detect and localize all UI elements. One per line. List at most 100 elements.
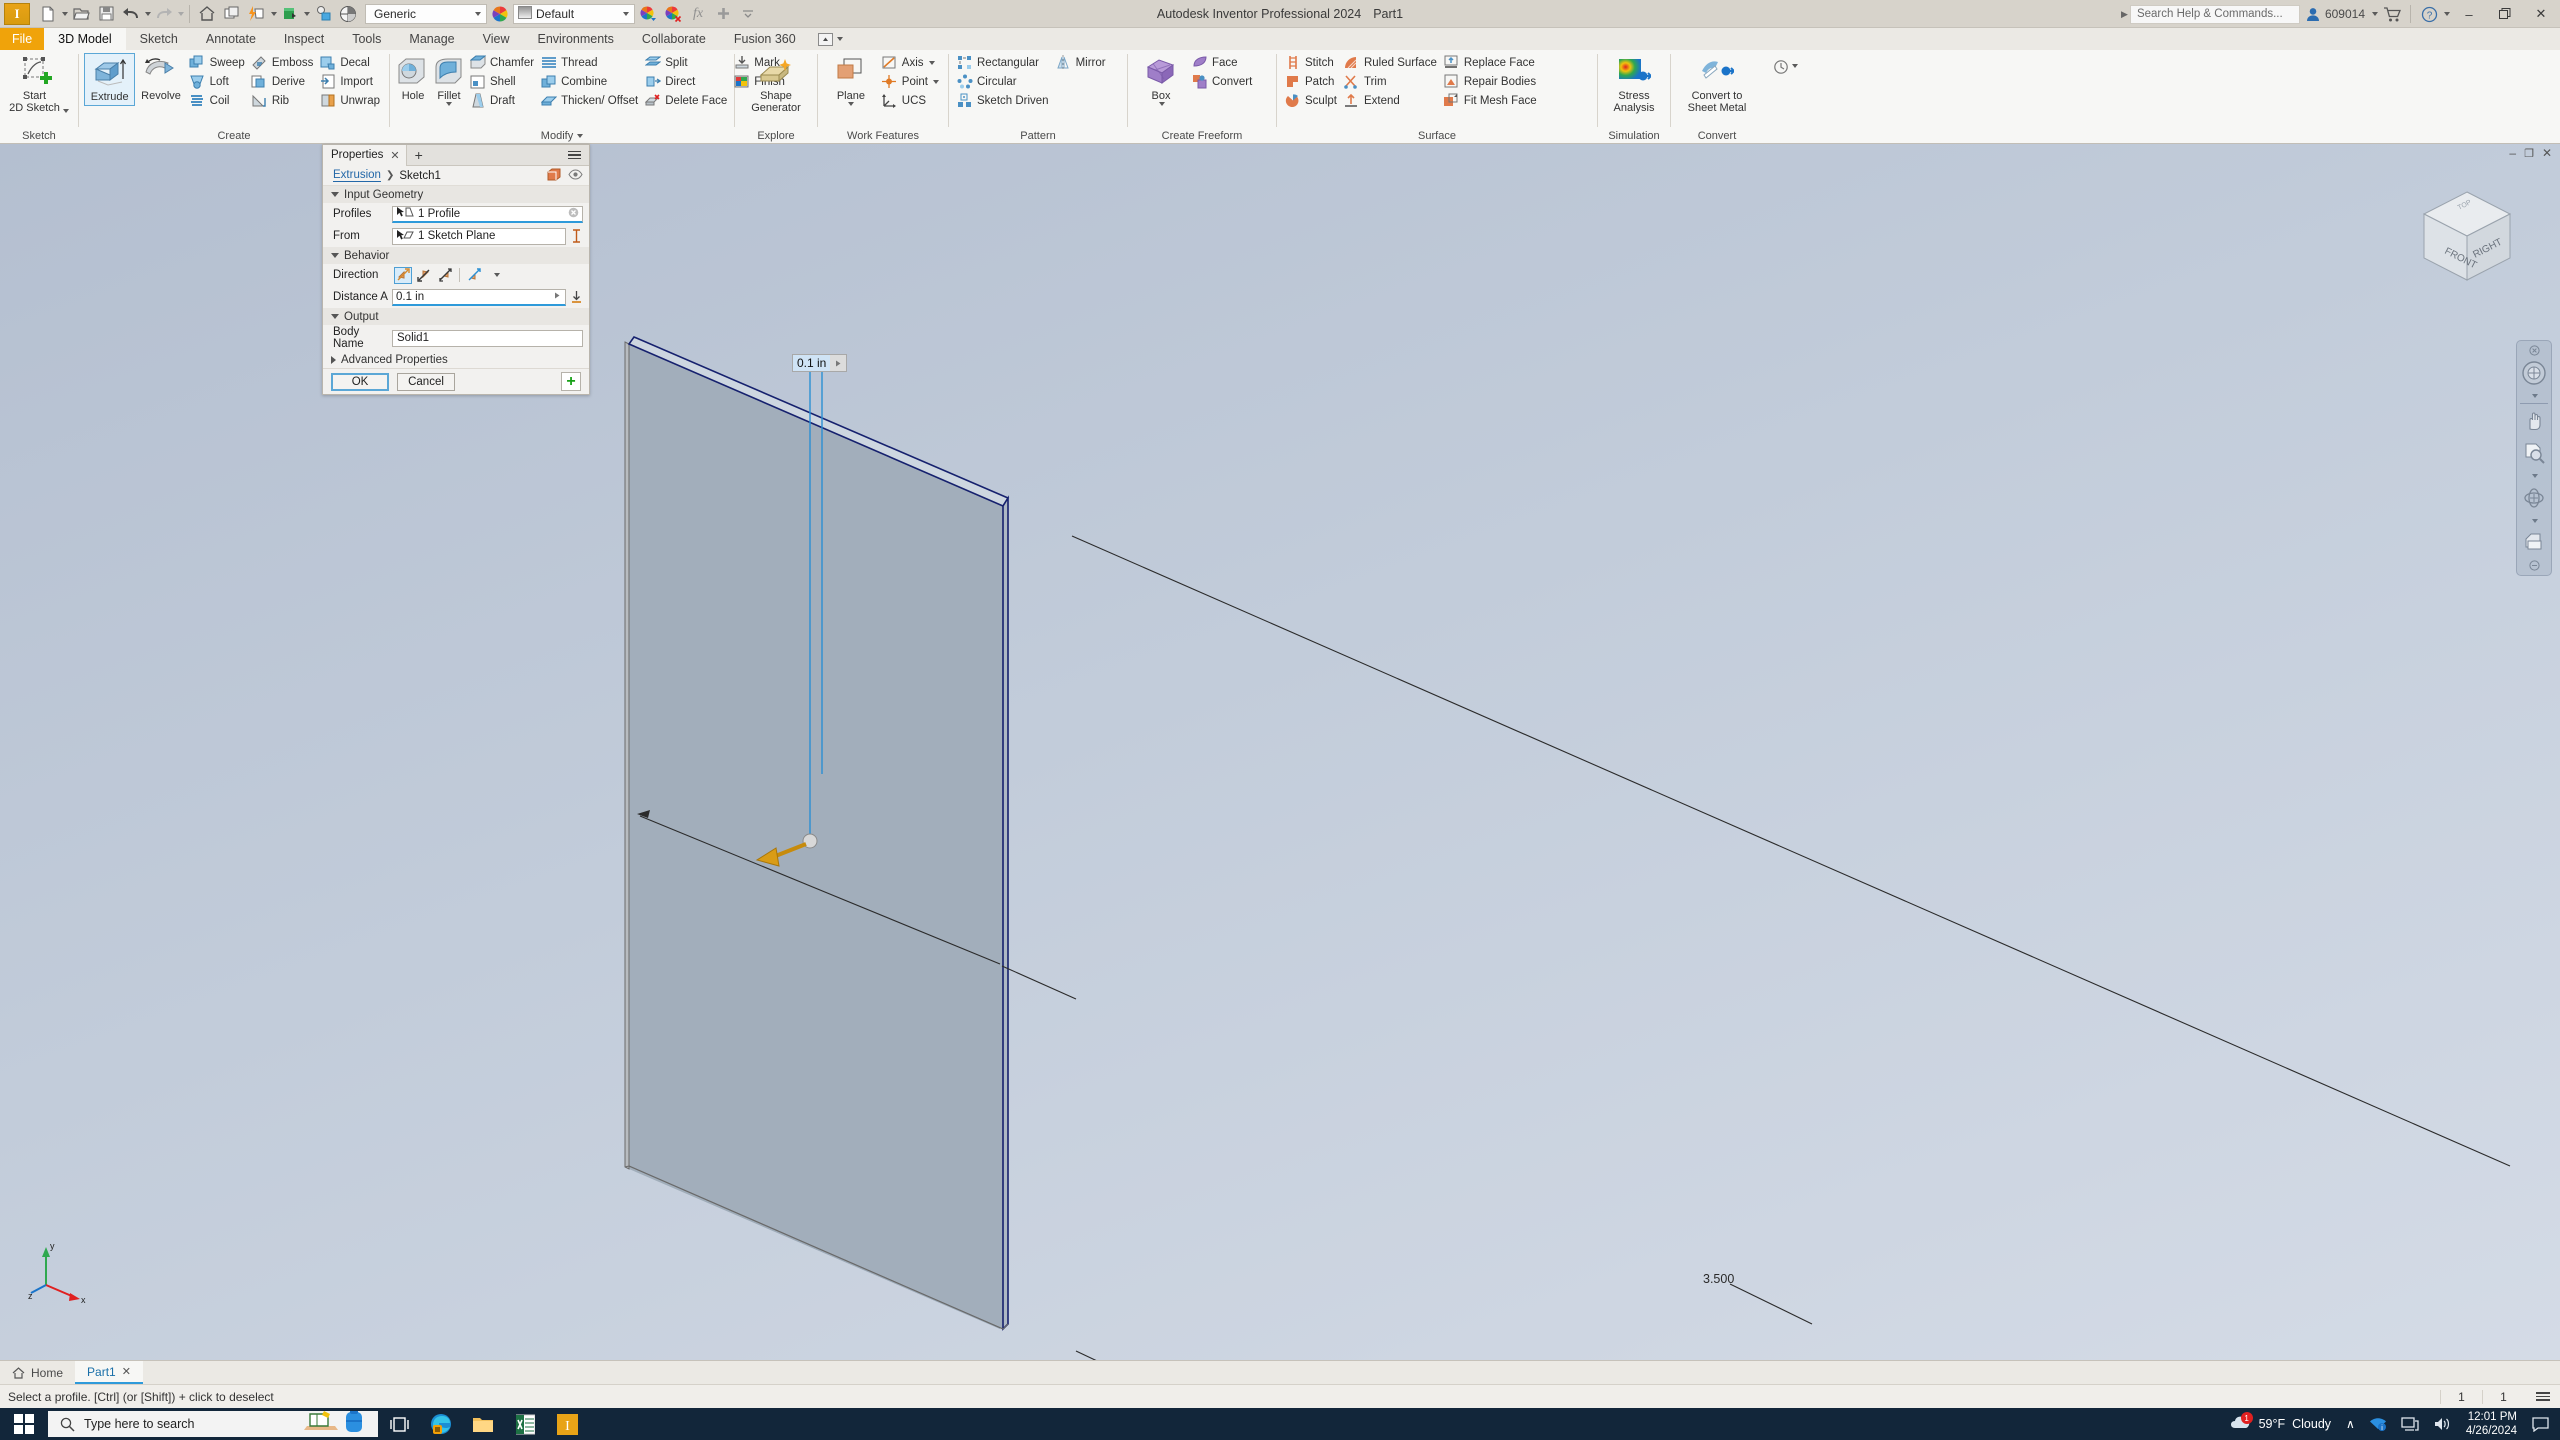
redo-dropdown-icon[interactable]	[178, 11, 184, 16]
display-icon[interactable]	[2394, 1416, 2426, 1432]
tab-home[interactable]: Home	[0, 1361, 75, 1384]
direction-asymmetric-button[interactable]	[465, 267, 483, 284]
tab-tools[interactable]: Tools	[338, 28, 395, 50]
qat-overflow-chevron-icon[interactable]	[736, 2, 760, 26]
rectangular-pattern-button[interactable]: Rectangular	[954, 53, 1053, 72]
circular-pattern-button[interactable]: Circular	[954, 72, 1053, 91]
close-button[interactable]: ✕	[2524, 0, 2558, 28]
emboss-button[interactable]: Emboss	[249, 53, 318, 72]
panel-title-modify[interactable]: Modify	[390, 128, 734, 143]
return-icon[interactable]	[220, 2, 244, 26]
taskbar-clock[interactable]: 12:01 PM 4/26/2024	[2458, 1410, 2525, 1438]
from-field[interactable]: 1 Sketch Plane	[392, 227, 566, 245]
tab-collaborate[interactable]: Collaborate	[628, 28, 720, 50]
import-button[interactable]: Import	[317, 72, 384, 91]
revolve-button[interactable]: Revolve	[135, 53, 186, 104]
new-file-dropdown-icon[interactable]	[62, 11, 68, 16]
loft-button[interactable]: Loft	[187, 72, 249, 91]
file-explorer-icon[interactable]	[462, 1408, 504, 1440]
start-2d-sketch-button[interactable]: Start 2D Sketch	[5, 53, 73, 117]
stitch-button[interactable]: Stitch	[1282, 53, 1341, 72]
properties-close-icon[interactable]: ✕	[390, 149, 399, 162]
freeform-box-button[interactable]: Box	[1133, 53, 1189, 108]
inventor-taskbar-icon[interactable]: I	[546, 1408, 588, 1440]
weather-widget[interactable]: 1 59°F Cloudy	[2222, 1412, 2339, 1433]
help-search-input[interactable]: Search Help & Commands...	[2129, 4, 2300, 24]
decal-button[interactable]: Decal	[317, 53, 384, 72]
freeform-face-button[interactable]: Face	[1189, 53, 1256, 72]
zoom-dropdown-icon[interactable]	[2531, 470, 2538, 481]
thicken-offset-button[interactable]: Thicken/ Offset	[538, 91, 642, 110]
tab-fusion360[interactable]: Fusion 360	[720, 28, 810, 50]
tab-sketch[interactable]: Sketch	[126, 28, 192, 50]
material-combo-chevron-icon[interactable]	[470, 11, 484, 16]
solid-body-icon[interactable]	[547, 168, 561, 184]
start-button[interactable]	[0, 1408, 48, 1440]
unwrap-button[interactable]: Unwrap	[317, 91, 384, 110]
color-wheel-x-icon[interactable]	[661, 2, 685, 26]
section-behavior[interactable]: Behavior	[323, 247, 589, 264]
body-name-field[interactable]: Solid1	[392, 329, 583, 347]
profiles-field[interactable]: 1 Profile	[392, 205, 583, 223]
checker-icon[interactable]	[336, 2, 360, 26]
undo-dropdown-icon[interactable]	[145, 11, 151, 16]
section-advanced-properties[interactable]: Advanced Properties	[323, 351, 589, 368]
delete-face-button[interactable]: Delete Face	[642, 91, 731, 110]
restore-button[interactable]	[2488, 0, 2522, 28]
notification-icon[interactable]	[2525, 1416, 2556, 1432]
ucs-button[interactable]: UCS	[879, 91, 943, 110]
status-menu-icon[interactable]	[2524, 1392, 2560, 1401]
fillet-button[interactable]: Fillet	[431, 53, 467, 108]
color-wheel-down-icon[interactable]	[636, 2, 660, 26]
material-icon[interactable]	[278, 2, 302, 26]
sketch-driven-pattern-button[interactable]: Sketch Driven	[954, 91, 1053, 110]
section-input-geometry[interactable]: Input Geometry	[323, 186, 589, 203]
navbar-close-button[interactable]	[2528, 345, 2540, 356]
distance-a-expand-icon[interactable]	[553, 291, 562, 303]
navigation-wheel-dropdown-icon[interactable]	[2531, 390, 2538, 401]
cart-icon[interactable]	[2380, 2, 2404, 26]
draft-button[interactable]: Draft	[467, 91, 538, 110]
pan-icon[interactable]	[2519, 406, 2549, 436]
orbit-dropdown-icon[interactable]	[2531, 515, 2538, 526]
derive-button[interactable]: Derive	[249, 72, 318, 91]
stress-analysis-button[interactable]: Stress Analysis	[1603, 53, 1665, 117]
task-view-icon[interactable]	[378, 1408, 420, 1440]
tab-file[interactable]: File	[0, 28, 45, 50]
ok-button[interactable]: OK	[331, 372, 389, 391]
save-button[interactable]	[94, 2, 118, 26]
convert-to-sheet-metal-button[interactable]: Convert to Sheet Metal	[1682, 53, 1752, 117]
direct-button[interactable]: Direct	[642, 72, 731, 91]
viewport-close-icon[interactable]: ✕	[2542, 146, 2552, 160]
appearance-combo-chevron-icon[interactable]	[618, 11, 632, 16]
add-to-qat-plus-icon[interactable]	[711, 2, 735, 26]
help-dropdown-icon[interactable]	[2444, 12, 2450, 16]
distance-a-value[interactable]: 0.1 in	[396, 291, 549, 303]
search-expand-icon[interactable]: ▶	[2121, 9, 2128, 20]
properties-panel[interactable]: Properties ✕ + Extrusion ❯ Sketch1 Input…	[322, 144, 590, 395]
mirror-button[interactable]: Mirror	[1053, 53, 1110, 72]
taskbar-search-input[interactable]: Type here to search	[48, 1411, 378, 1437]
navbar-options-icon[interactable]	[2528, 560, 2540, 571]
look-at-icon[interactable]	[2519, 528, 2549, 558]
appearance-picker-icon[interactable]	[311, 2, 335, 26]
direction-default-button[interactable]	[394, 266, 412, 284]
user-dropdown-icon[interactable]	[2372, 12, 2378, 16]
direction-symmetric-button[interactable]	[436, 267, 454, 284]
open-file-button[interactable]	[69, 2, 93, 26]
viewport-minimize-icon[interactable]: –	[2509, 146, 2516, 160]
profiles-clear-icon[interactable]	[568, 207, 579, 221]
network-icon[interactable]: i	[2362, 1416, 2394, 1432]
extrude-distance-expand-icon[interactable]	[830, 359, 846, 368]
axis-button[interactable]: Axis	[879, 53, 943, 72]
navigation-bar[interactable]	[2516, 340, 2552, 576]
material-combo[interactable]: Generic	[365, 3, 487, 24]
extrude-button[interactable]: Extrude	[84, 53, 136, 107]
thread-button[interactable]: Thread	[538, 53, 642, 72]
viewport-restore-icon[interactable]: ❐	[2524, 147, 2534, 160]
view-cube[interactable]: FRONT RIGHT TOP	[2412, 180, 2522, 290]
edge-browser-icon[interactable]	[420, 1408, 462, 1440]
from-offset-icon[interactable]	[570, 229, 583, 243]
split-button[interactable]: Split	[642, 53, 731, 72]
trim-button[interactable]: Trim	[1341, 72, 1441, 91]
